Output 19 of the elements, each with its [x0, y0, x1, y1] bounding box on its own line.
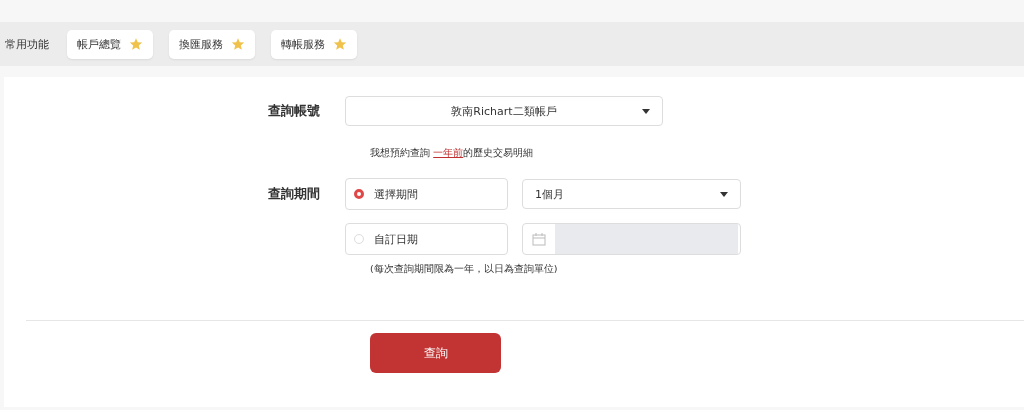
- calendar-icon: [532, 232, 546, 246]
- period-note: (每次查詢期間限為一年，以日為查詢單位): [370, 263, 559, 276]
- quick-bar-label: 常用功能: [5, 36, 49, 52]
- shortcut-chip[interactable]: 帳戶總覽: [67, 29, 153, 59]
- field-label: 查詢期間: [268, 186, 320, 201]
- field-label: 查詢帳號: [268, 103, 320, 118]
- query-button[interactable]: 查詢: [370, 333, 501, 373]
- star-icon: [129, 37, 143, 51]
- shortcut-chip[interactable]: 換匯服務: [169, 29, 255, 59]
- history-note: 我想預約查詢 一年前的歷史交易明細: [370, 146, 535, 160]
- radio-option[interactable]: 選擇期間: [345, 178, 508, 210]
- account-dropdown[interactable]: 敦南Richart二類帳戶: [345, 96, 663, 126]
- star-icon: [231, 37, 245, 51]
- caret-icon: [642, 109, 650, 114]
- shortcut-chip[interactable]: 轉帳服務: [271, 29, 357, 59]
- period-dropdown[interactable]: 1個月: [522, 179, 741, 209]
- year-ago-link[interactable]: 一年前: [433, 147, 464, 158]
- caret-icon: [720, 191, 728, 197]
- star-icon: [333, 37, 347, 51]
